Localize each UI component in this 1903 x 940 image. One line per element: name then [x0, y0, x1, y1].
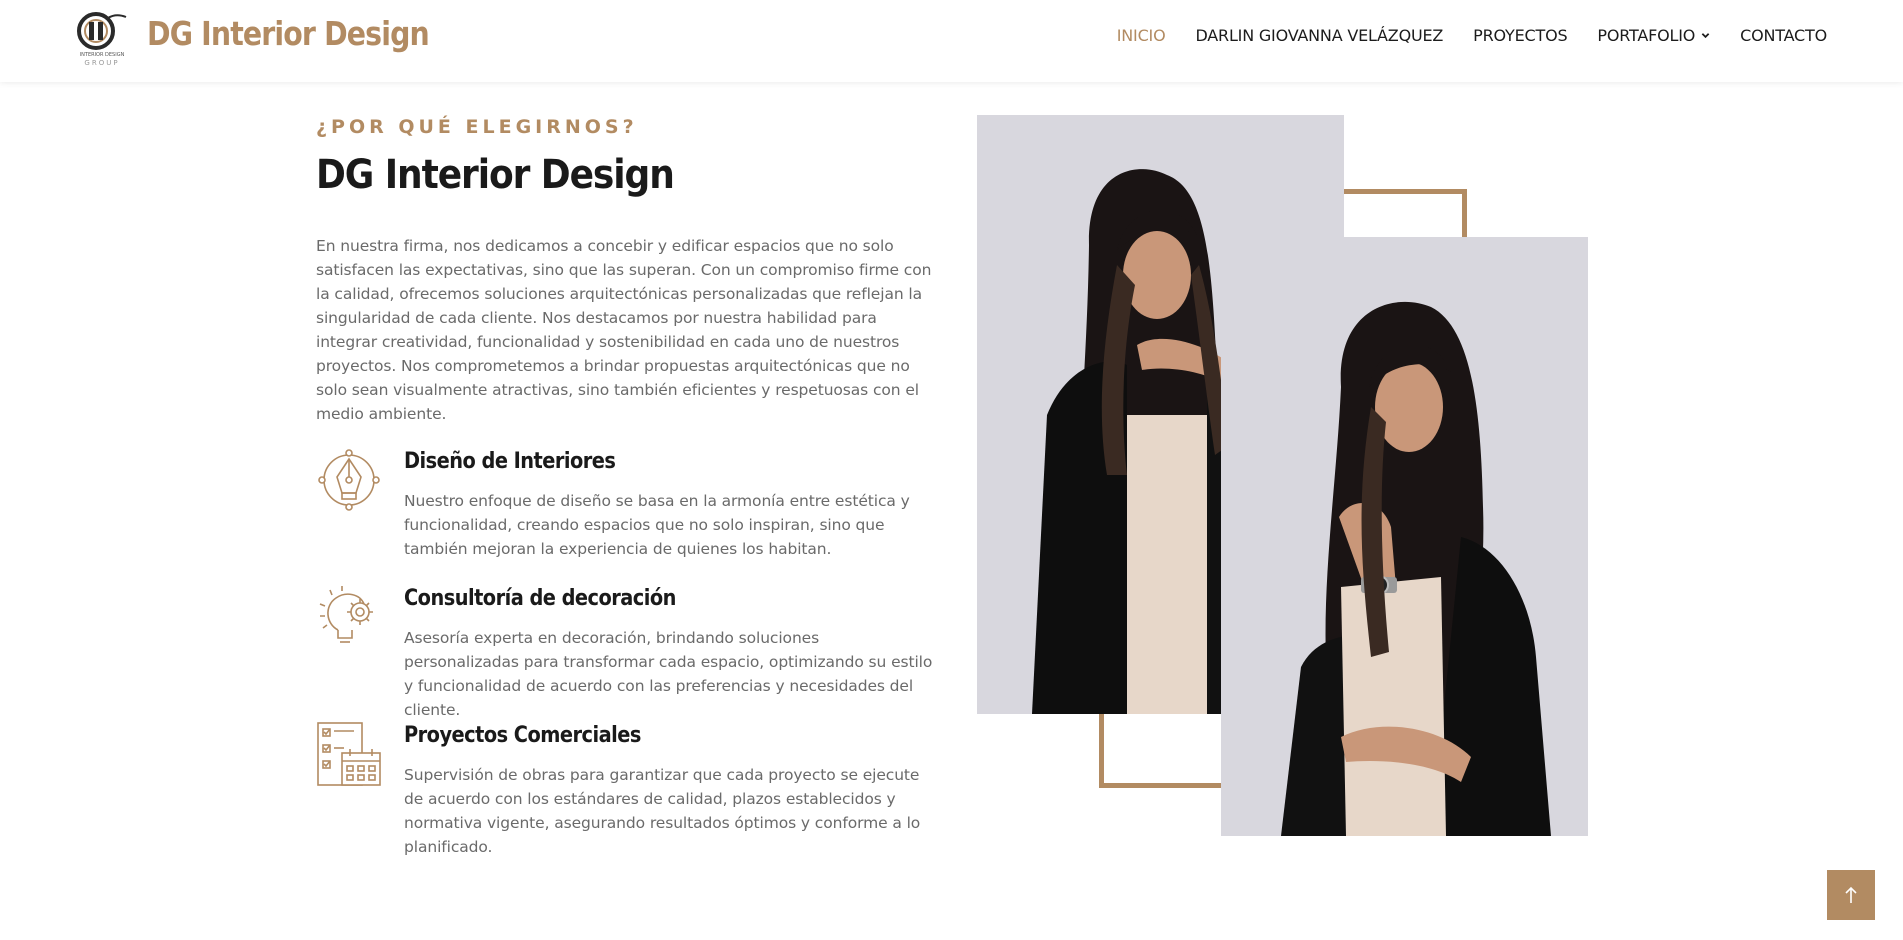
intro-paragraph: En nuestra firma, nos dedicamos a conceb…: [316, 237, 932, 423]
nav-item-portafolio[interactable]: PORTAFOLIO: [1597, 26, 1710, 45]
back-to-top-button[interactable]: [1827, 870, 1875, 920]
feature-item: Diseño de Interiores Nuestro enfoque de …: [316, 447, 936, 567]
logo-icon: INTERIOR DESIGN GROUP: [77, 12, 127, 67]
nav-item-darlin[interactable]: DARLIN GIOVANNA VELÁZQUEZ: [1195, 26, 1443, 45]
nav-item-label: PORTAFOLIO: [1597, 26, 1696, 45]
main-nav: INICIO DARLIN GIOVANNA VELÁZQUEZ PROYECT…: [1117, 26, 1827, 45]
feature-item: Consultoría de decoración Asesoría exper…: [316, 584, 936, 719]
brand-logo[interactable]: INTERIOR DESIGN GROUP: [72, 9, 132, 69]
nav-item-contacto[interactable]: CONTACTO: [1740, 26, 1827, 45]
lightbulb-gear-icon: [319, 586, 373, 643]
feature-text: Nuestro enfoque de diseño se basa en la …: [404, 492, 910, 558]
nav-item-label: PROYECTOS: [1473, 26, 1568, 45]
nav-item-label: INICIO: [1116, 26, 1166, 45]
section-title: DG Interior Design: [316, 152, 675, 198]
brand-name[interactable]: DG Interior Design: [147, 14, 430, 53]
portrait-photo-illustration: [1221, 237, 1588, 836]
checklist-calendar-icon: [317, 722, 381, 786]
feature-title: Consultoría de decoración: [404, 586, 676, 611]
feature-text: Asesoría experta en decoración, brindand…: [404, 629, 933, 719]
chevron-down-icon: [1701, 33, 1710, 39]
nav-item-label: CONTACTO: [1740, 26, 1827, 45]
feature-item: Proyectos Comerciales Supervisión de obr…: [316, 721, 936, 871]
nav-item-inicio[interactable]: INICIO: [1117, 26, 1166, 45]
logo-caption: INTERIOR DESIGN: [80, 52, 125, 58]
logo-group: GROUP: [84, 59, 119, 67]
feature-title: Diseño de Interiores: [404, 449, 616, 474]
nav-item-proyectos[interactable]: PROYECTOS: [1473, 26, 1567, 45]
site-header: INTERIOR DESIGN GROUP DG Interior Design…: [0, 0, 1903, 82]
section-eyebrow: ¿POR QUÉ ELEGIRNOS?: [316, 116, 638, 138]
feature-text: Supervisión de obras para garantizar que…: [404, 766, 921, 856]
arrow-up-icon: [1845, 886, 1857, 903]
feature-title: Proyectos Comerciales: [404, 723, 641, 748]
portrait-photo: [1221, 237, 1588, 836]
nav-item-label: DARLIN GIOVANNA VELÁZQUEZ: [1195, 26, 1444, 45]
pen-nib-icon: [318, 449, 380, 511]
